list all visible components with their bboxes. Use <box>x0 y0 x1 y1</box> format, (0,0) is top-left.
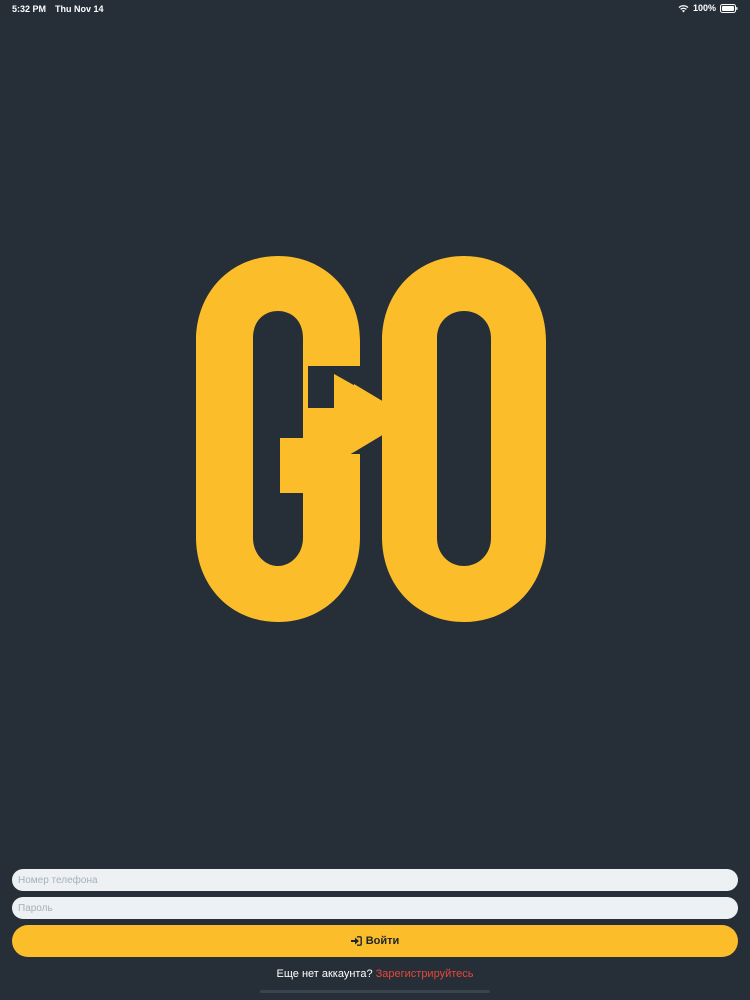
signup-link[interactable]: Зарегистрируйтесь <box>376 968 474 980</box>
battery-icon <box>720 3 738 13</box>
wifi-icon <box>678 4 689 13</box>
status-time: 5:32 PM <box>12 4 47 14</box>
login-button[interactable]: Войти <box>12 925 738 957</box>
signup-row: Еще нет аккаунта? Зарегистрируйтесь <box>0 968 750 980</box>
login-button-label: Войти <box>365 935 400 947</box>
go-logo <box>196 256 550 622</box>
logo-letter-o <box>382 256 546 622</box>
phone-input[interactable] <box>12 869 738 891</box>
sign-in-icon <box>350 936 362 946</box>
battery-percent: 100% <box>692 3 716 13</box>
status-date: Thu Nov 14 <box>55 4 104 14</box>
home-indicator <box>260 990 490 993</box>
status-indicators: 100% <box>678 3 738 13</box>
signup-prompt: Еще нет аккаунта? <box>276 968 373 980</box>
password-input[interactable] <box>12 897 738 919</box>
login-screen: 5:32 PM Thu Nov 14 100% Номер телефона В… <box>0 0 750 1000</box>
go-logo-graphic <box>196 256 546 622</box>
status-bar: 5:32 PM Thu Nov 14 100% <box>0 0 750 18</box>
login-form: Войти <box>12 869 738 957</box>
